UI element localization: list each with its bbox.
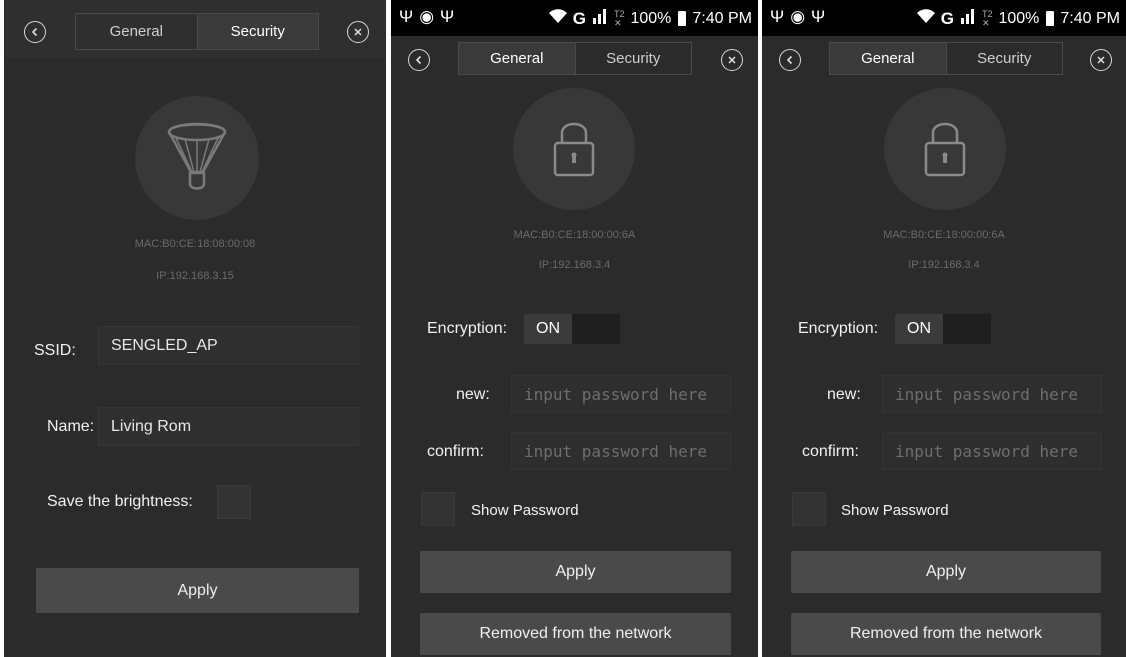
new-password-label: new: (456, 386, 490, 403)
lock-icon (553, 122, 595, 177)
ip-address: IP:192.168.3.4 (908, 259, 980, 271)
mac-address: MAC:B0:CE:18:00:00:6A (883, 229, 1005, 241)
device-avatar (135, 96, 259, 220)
usb-icon: Ψ (770, 7, 785, 26)
tab-security[interactable]: Security (945, 43, 1063, 74)
clock: 7:40 PM (692, 9, 752, 27)
chevron-left-icon (786, 55, 793, 65)
name-field[interactable]: Living Rom (98, 407, 359, 446)
close-icon (354, 28, 362, 36)
new-password-input[interactable]: input password here (882, 375, 1102, 413)
tab-general[interactable]: General (76, 14, 197, 49)
status-icons: G T2 ✕ 100% 7:40 PM (548, 8, 752, 29)
tab-bar: General Security (829, 42, 1063, 75)
remove-from-network-button[interactable]: Removed from the network (420, 613, 731, 655)
bulb-icon (167, 122, 227, 190)
mac-address: MAC:B0:CE:18:08:00:08 (134, 238, 256, 250)
wifi-icon (916, 9, 935, 28)
back-button[interactable] (408, 49, 430, 71)
new-password-input[interactable]: input password here (511, 375, 731, 413)
wifi-icon (548, 9, 567, 28)
battery-level: 100% (998, 9, 1040, 27)
signal-icon (960, 8, 976, 29)
ssid-label: SSID: (34, 342, 76, 359)
ssid-field[interactable]: SENGLED_AP (98, 326, 359, 365)
close-button[interactable] (721, 49, 743, 71)
close-button[interactable] (347, 21, 369, 43)
toggle-off-track (943, 314, 991, 344)
toggle-on-state: ON (895, 314, 943, 344)
toggle-off-track (572, 314, 620, 344)
back-button[interactable] (779, 49, 801, 71)
usb-icon: Ψ (811, 7, 826, 26)
show-password-checkbox[interactable] (421, 492, 455, 526)
tab-general[interactable]: General (459, 43, 575, 74)
top-bar: General Security (391, 36, 758, 86)
tab-general[interactable]: General (830, 43, 946, 74)
show-password-label: Show Password (841, 502, 949, 519)
notification-icons: Ψ ◉ Ψ (399, 7, 454, 27)
battery-icon (1046, 11, 1055, 26)
remove-from-network-button[interactable]: Removed from the network (791, 613, 1101, 655)
show-password-label: Show Password (471, 502, 579, 519)
status-bar: Ψ ◉ Ψ G T2 ✕ 100% 7:40 PM (391, 0, 758, 36)
encryption-label: Encryption: (798, 320, 879, 337)
apply-button[interactable]: Apply (36, 568, 359, 613)
confirm-password-input[interactable]: input password here (882, 432, 1102, 470)
network-type: G (572, 8, 586, 28)
ip-address: IP:192.168.3.4 (538, 259, 611, 271)
roaming-icon: T2 ✕ (613, 8, 625, 28)
close-button[interactable] (1090, 49, 1112, 71)
save-brightness-checkbox[interactable] (217, 485, 251, 519)
top-bar: General Security (762, 36, 1126, 86)
android-icon: ◉ (790, 7, 806, 26)
encryption-toggle[interactable]: ON (524, 314, 620, 344)
encryption-label: Encryption: (427, 320, 508, 337)
back-button[interactable] (24, 21, 46, 43)
top-bar: General Security (4, 0, 386, 58)
new-password-label: new: (827, 386, 861, 403)
device-avatar (513, 88, 635, 210)
notification-icons: Ψ ◉ Ψ (770, 7, 825, 27)
chevron-left-icon (31, 27, 38, 37)
encryption-toggle[interactable]: ON (895, 314, 991, 344)
signal-icon (592, 8, 608, 29)
status-bar: Ψ ◉ Ψ G T2 ✕ 100% 7:40 PM (762, 0, 1126, 36)
battery-icon (678, 11, 687, 26)
mac-address: MAC:B0:CE:18:00:00:6A (513, 229, 636, 241)
screen-security-duplicate: Ψ ◉ Ψ G T2 ✕ 100% 7:40 PM General Securit… (762, 0, 1126, 657)
close-icon (1097, 56, 1105, 64)
android-icon: ◉ (419, 7, 435, 26)
roaming-icon: T2 ✕ (981, 8, 993, 28)
tab-security[interactable]: Security (196, 14, 318, 49)
device-avatar (884, 88, 1006, 210)
save-brightness-label: Save the brightness: (47, 493, 193, 510)
apply-button[interactable]: Apply (420, 551, 731, 593)
tab-security[interactable]: Security (574, 43, 692, 74)
toggle-on-state: ON (524, 314, 572, 344)
battery-level: 100% (630, 9, 672, 27)
chevron-left-icon (415, 55, 422, 65)
confirm-password-label: confirm: (427, 443, 484, 460)
confirm-password-input[interactable]: input password here (511, 432, 731, 470)
screen-general: General Security MAC:B0:CE:18:08:00:08 I… (4, 0, 386, 657)
tab-bar: General Security (458, 42, 692, 75)
usb-icon: Ψ (440, 7, 455, 26)
lock-icon (924, 122, 966, 177)
show-password-checkbox[interactable] (792, 492, 826, 526)
tab-bar: General Security (75, 13, 319, 50)
name-label: Name: (47, 418, 95, 435)
clock: 7:40 PM (1060, 9, 1120, 27)
status-icons: G T2 ✕ 100% 7:40 PM (916, 8, 1120, 29)
close-icon (728, 56, 736, 64)
network-type: G (940, 8, 954, 28)
screen-security: Ψ ◉ Ψ G T2 ✕ 100% 7:40 PM General Securit… (391, 0, 758, 657)
apply-button[interactable]: Apply (791, 551, 1101, 593)
usb-icon: Ψ (399, 7, 414, 26)
ip-address: IP:192.168.3.15 (156, 270, 234, 282)
confirm-password-label: confirm: (802, 443, 859, 460)
